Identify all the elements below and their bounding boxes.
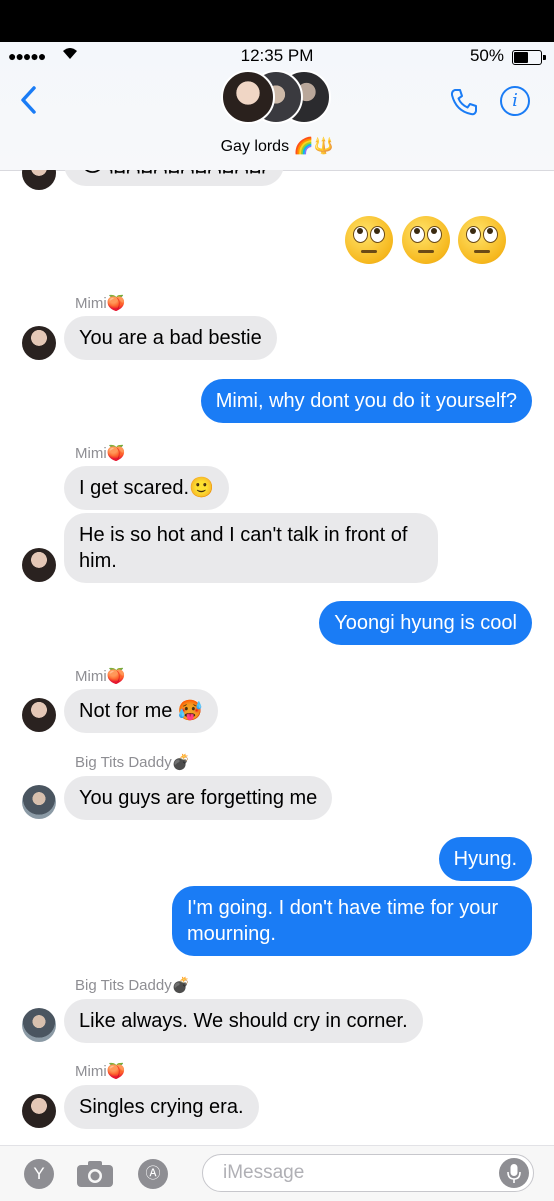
avatar <box>221 70 275 124</box>
eye-roll-emoji-icon <box>345 216 394 264</box>
sender-name: Mimi🍑 <box>75 445 126 462</box>
back-button[interactable] <box>16 82 44 118</box>
avatar <box>22 170 56 190</box>
info-icon[interactable]: i <box>500 86 530 116</box>
camera-icon[interactable] <box>76 1160 114 1188</box>
eye-roll-emoji-icon <box>401 216 450 264</box>
message-bubble[interactable]: You guys are forgetting me <box>64 776 333 820</box>
message-bubble-partial[interactable]: 😊😱😱😱😱😱😱 <box>64 170 284 186</box>
message-bubble[interactable]: Like always. We should cry in corner. <box>64 999 423 1043</box>
avatar <box>22 326 56 360</box>
avatar <box>22 698 56 732</box>
emoji-message[interactable] <box>341 216 506 269</box>
avatar <box>22 1094 56 1128</box>
sender-name: Mimi🍑 <box>75 295 126 312</box>
eye-roll-emoji-icon <box>458 216 506 264</box>
message-bubble[interactable]: Yoongi hyung is cool <box>319 601 532 645</box>
message-bubble[interactable]: Mimi, why dont you do it yourself? <box>200 379 532 423</box>
avatar <box>22 548 56 582</box>
battery-percent: 50% <box>469 46 504 65</box>
message-thread[interactable]: 😊😱😱😱😱😱😱 Mimi🍑 You are a bad bestie Mimi,… <box>0 170 554 1145</box>
message-input[interactable] <box>202 1154 534 1192</box>
sender-name: Mimi🍑 <box>75 1063 126 1080</box>
group-name[interactable]: Gay lords 🌈🔱 <box>0 136 554 156</box>
avatar <box>22 1008 56 1042</box>
message-bubble[interactable]: Singles crying era. <box>64 1085 259 1129</box>
message-bubble[interactable]: I'm going. I don't have time for your mo… <box>172 886 532 956</box>
compose-bar: Y Ⓐ <box>0 1145 554 1201</box>
status-bar: ●●●●● 12:35 PM 50% <box>0 42 554 72</box>
y-app-icon[interactable]: Y <box>24 1159 54 1189</box>
message-bubble[interactable]: Hyung. <box>438 837 532 881</box>
sender-name: Big Tits Daddy💣 <box>75 754 191 771</box>
message-bubble[interactable]: Not for me 🥵 <box>64 689 218 733</box>
sender-name: Big Tits Daddy💣 <box>75 977 191 994</box>
microphone-icon[interactable] <box>499 1158 529 1188</box>
message-bubble[interactable]: I get scared.🙂 <box>64 466 229 510</box>
app-store-icon[interactable]: Ⓐ <box>138 1159 168 1189</box>
conversation-header: ●●●●● 12:35 PM 50% Gay lords 🌈🔱 i <box>0 42 554 171</box>
message-bubble[interactable]: He is so hot and I can't talk in front o… <box>64 513 438 583</box>
battery-icon <box>512 50 546 65</box>
imessage-field[interactable] <box>221 1161 485 1185</box>
top-black-bar <box>0 0 554 42</box>
avatar <box>22 785 56 819</box>
phone-icon[interactable] <box>448 86 480 123</box>
sender-name: Mimi🍑 <box>75 668 126 685</box>
group-avatars[interactable] <box>221 70 333 126</box>
message-bubble[interactable]: You are a bad bestie <box>64 316 277 360</box>
